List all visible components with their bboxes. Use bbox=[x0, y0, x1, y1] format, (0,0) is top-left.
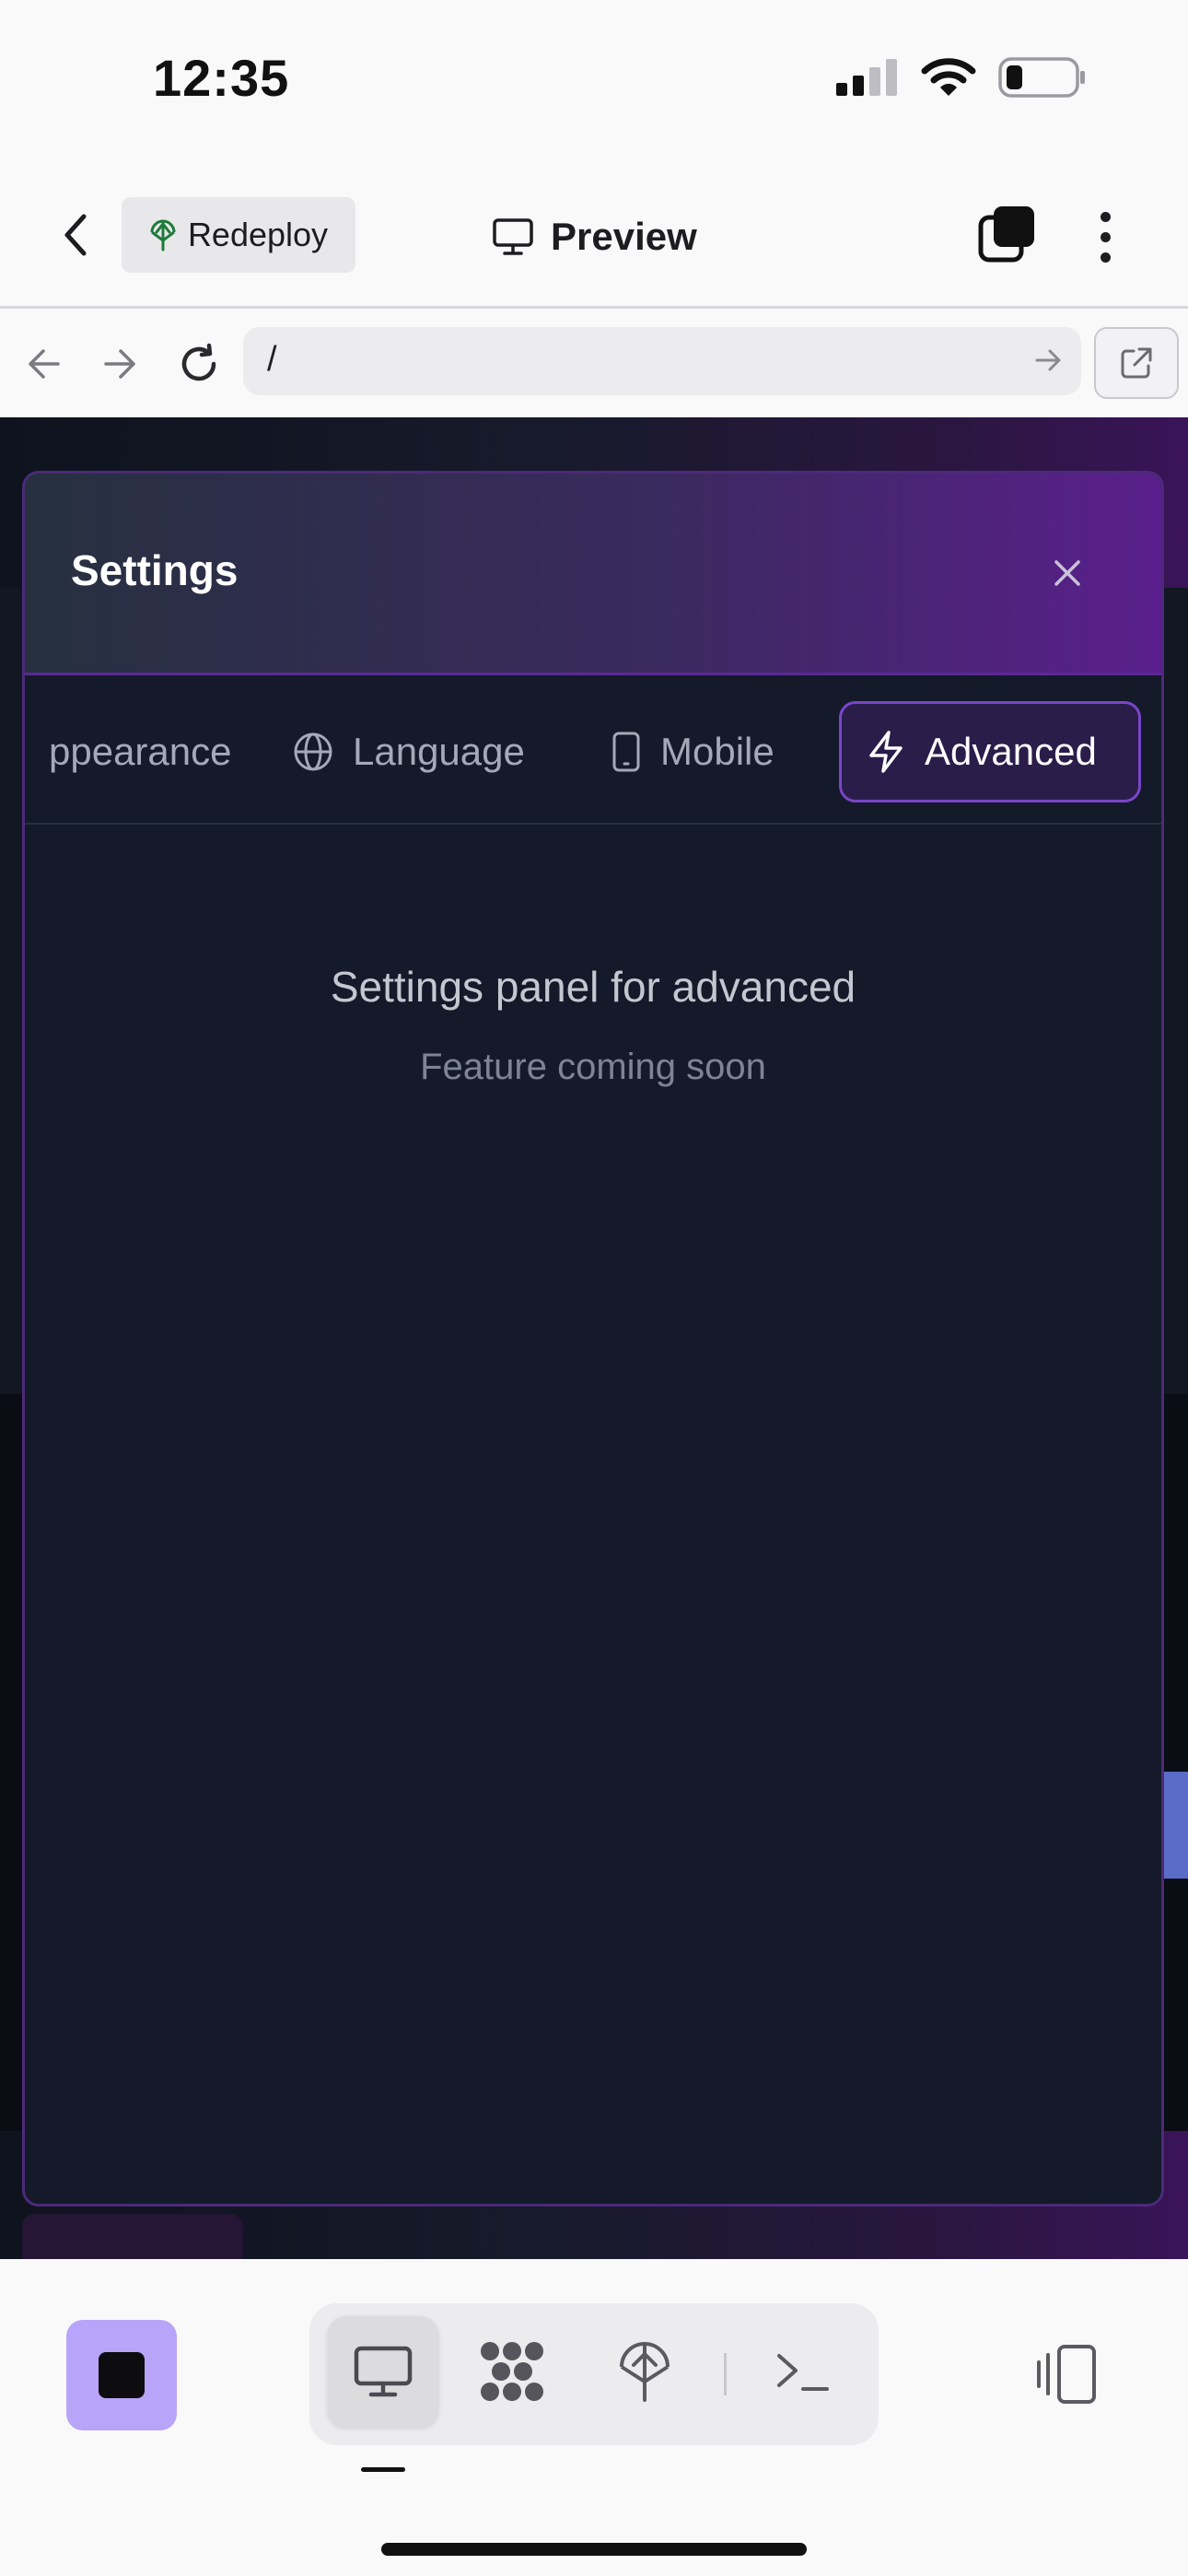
panel-title: Settings panel for advanced bbox=[330, 963, 856, 1011]
tab-advanced-label: Advanced bbox=[925, 730, 1097, 773]
page-title-text: Preview bbox=[551, 215, 697, 258]
status-time: 12:35 bbox=[153, 49, 290, 107]
panel-subtitle: Feature coming soon bbox=[420, 1047, 766, 1087]
apps-icon bbox=[481, 2342, 543, 2401]
home-indicator bbox=[381, 2543, 807, 2556]
status-bar: 12:35 bbox=[0, 0, 1188, 157]
tab-appearance-label: ppearance bbox=[49, 730, 232, 773]
external-link-icon bbox=[1121, 347, 1152, 379]
go-arrow-icon[interactable] bbox=[1033, 343, 1065, 378]
deploy-icon bbox=[150, 219, 176, 252]
tab-mobile-label: Mobile bbox=[660, 730, 775, 773]
url-input[interactable]: / bbox=[243, 327, 1081, 395]
tabs-icon[interactable] bbox=[978, 205, 1037, 263]
tab-language[interactable]: Language bbox=[292, 701, 525, 802]
page-title: Preview bbox=[492, 205, 697, 269]
close-icon[interactable] bbox=[1047, 553, 1088, 593]
settings-tabs: ppearance Language Mobile Advanced bbox=[25, 675, 1161, 825]
more-options-button[interactable] bbox=[1087, 205, 1124, 269]
view-apps-button[interactable] bbox=[457, 2316, 567, 2427]
settings-modal: Settings ppearance Language Mobile Advan… bbox=[22, 471, 1164, 2207]
wifi-icon bbox=[921, 58, 976, 96]
web-preview: Settings ppearance Language Mobile Advan… bbox=[0, 417, 1188, 2259]
arrow-left-icon bbox=[29, 349, 60, 379]
view-desktop-button[interactable] bbox=[328, 2316, 438, 2427]
globe-icon bbox=[294, 732, 332, 771]
lightning-icon bbox=[869, 731, 903, 773]
view-switcher bbox=[309, 2303, 879, 2445]
desktop-icon bbox=[354, 2346, 413, 2397]
reload-icon bbox=[181, 343, 216, 381]
nav-back-button[interactable] bbox=[17, 336, 72, 392]
nav-forward-button[interactable] bbox=[92, 336, 147, 392]
redeploy-label: Redeploy bbox=[187, 216, 329, 253]
battery-icon bbox=[998, 57, 1085, 98]
url-value: / bbox=[267, 340, 277, 379]
redeploy-button[interactable]: Redeploy bbox=[122, 197, 355, 273]
modal-title: Settings bbox=[71, 546, 239, 594]
device-rotate-icon[interactable] bbox=[1030, 2342, 1103, 2406]
smartphone-icon bbox=[612, 732, 640, 772]
app-header: Redeploy Preview bbox=[0, 157, 1188, 309]
tab-mobile[interactable]: Mobile bbox=[611, 701, 775, 802]
status-icons bbox=[836, 57, 1087, 98]
terminal-icon bbox=[777, 2354, 829, 2391]
view-terminal-button[interactable] bbox=[748, 2316, 858, 2427]
url-bar-row: / bbox=[0, 309, 1188, 417]
bottom-toolbar bbox=[0, 2263, 1188, 2576]
view-deploy-button[interactable] bbox=[589, 2316, 700, 2427]
chevron-left-icon bbox=[64, 214, 87, 256]
cellular-signal-icon bbox=[836, 59, 897, 96]
back-button[interactable] bbox=[48, 207, 103, 263]
open-external-button[interactable] bbox=[1094, 327, 1179, 399]
background-chip bbox=[1162, 1772, 1188, 1879]
monitor-icon bbox=[493, 218, 533, 255]
tab-advanced[interactable]: Advanced bbox=[839, 701, 1141, 802]
stop-button[interactable] bbox=[66, 2320, 177, 2430]
tab-appearance[interactable]: ppearance bbox=[49, 701, 232, 802]
active-view-indicator bbox=[361, 2467, 405, 2472]
toolbar-divider bbox=[724, 2353, 727, 2395]
tab-language-label: Language bbox=[353, 730, 525, 773]
modal-header: Settings bbox=[25, 474, 1161, 675]
reload-button[interactable] bbox=[171, 336, 227, 392]
stop-icon bbox=[99, 2352, 145, 2398]
background-pill bbox=[22, 2214, 243, 2259]
deploy-icon bbox=[620, 2342, 670, 2402]
arrow-right-icon bbox=[104, 349, 135, 379]
